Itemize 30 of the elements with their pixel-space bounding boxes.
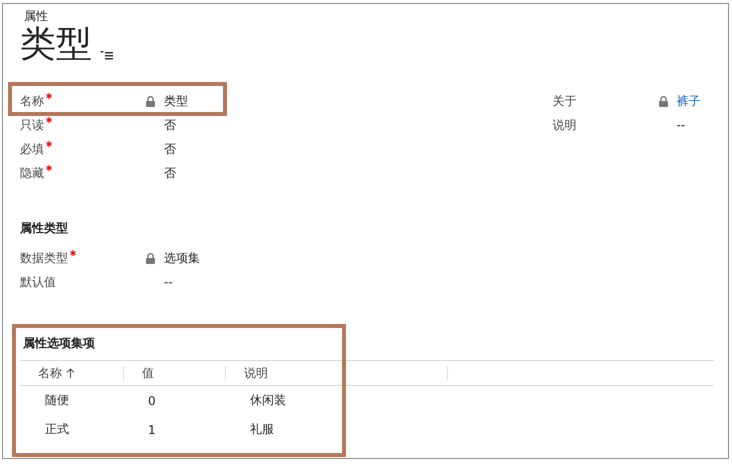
section-title: 属性类型 <box>19 220 69 237</box>
field-value: 否 <box>164 164 177 182</box>
field-link[interactable]: 裤子 <box>676 92 728 110</box>
column-header[interactable]: 值 <box>142 364 154 382</box>
field-label: 默认值 <box>20 274 56 290</box>
menu-icon[interactable] <box>100 50 114 60</box>
table-cell: 休闲装 <box>250 392 286 409</box>
field-label: 隐藏 <box>20 164 44 182</box>
entity-label: 属性 <box>23 8 49 24</box>
field-value: -- <box>676 118 686 132</box>
field-label: 说明 <box>552 116 577 134</box>
table-cell: 随便 <box>45 392 69 409</box>
table-cell: 礼服 <box>250 421 274 438</box>
field-value: 类型 <box>164 92 189 110</box>
field-label: 只读 <box>20 116 44 134</box>
section-title: 属性选项集项 <box>23 335 96 352</box>
field-label: 关于 <box>552 92 577 110</box>
field-value: 否 <box>164 140 177 158</box>
field-value: 否 <box>164 116 177 134</box>
field-label: 数据类型 <box>20 250 68 266</box>
page-title: 类型 <box>20 24 92 66</box>
column-header[interactable]: 说明 <box>244 364 268 382</box>
field-value: 选项集 <box>164 250 201 266</box>
table-cell: 0 <box>148 394 156 408</box>
table-cell: 正式 <box>45 421 69 438</box>
field-value: -- <box>164 275 174 289</box>
column-header[interactable]: 名称 <box>38 364 62 382</box>
field-label: 必填 <box>20 140 44 158</box>
table-cell: 1 <box>148 422 156 436</box>
field-label: 名称 <box>20 92 44 110</box>
